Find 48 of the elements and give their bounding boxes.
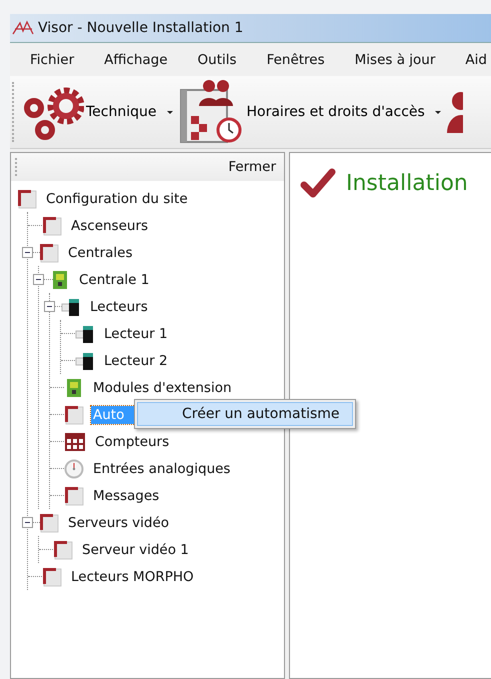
- tree-item[interactable]: Entrées analogiques: [91, 460, 232, 478]
- menu-item[interactable]: Outils: [178, 52, 247, 68]
- folder-icon: [39, 512, 59, 532]
- window-title: Visor - Nouvelle Installation 1: [38, 20, 244, 36]
- menu-item[interactable]: Fichier: [10, 52, 84, 68]
- tree-item[interactable]: Serveur vidéo 1: [80, 540, 191, 558]
- folder-icon: [42, 216, 62, 236]
- menu-item[interactable]: Mises à jour: [334, 52, 446, 68]
- tree-item[interactable]: Lecteur 1: [102, 324, 170, 342]
- tree-item[interactable]: Serveurs vidéo: [66, 514, 172, 532]
- tree-item[interactable]: Messages: [91, 486, 162, 504]
- tree-item[interactable]: Configuration du site: [44, 190, 190, 208]
- collapse-toggle[interactable]: [22, 247, 33, 258]
- tree-item[interactable]: Compteurs: [93, 432, 172, 450]
- tree-item[interactable]: Lecteur 2: [102, 352, 170, 370]
- menu-item[interactable]: Affichage: [84, 52, 178, 68]
- folder-icon: [64, 486, 84, 506]
- menu-item[interactable]: Aid: [445, 52, 491, 68]
- tree-item[interactable]: Lecteurs: [88, 298, 150, 316]
- tree-item[interactable]: Lecteurs MORPHO: [69, 568, 196, 586]
- app-logo-icon: [12, 20, 34, 36]
- dropdown-caret-icon: [434, 110, 441, 114]
- tree-item[interactable]: Centrales: [66, 244, 134, 262]
- folder-icon: [64, 404, 84, 424]
- folder-icon: [17, 188, 37, 208]
- circuit-board-icon: [64, 378, 84, 398]
- folder-icon: [39, 242, 59, 262]
- card-reader-icon: [75, 324, 95, 344]
- collapse-toggle[interactable]: [22, 517, 33, 528]
- circuit-board-icon: [50, 270, 70, 290]
- dropdown-caret-icon: [166, 110, 172, 114]
- menu-item[interactable]: Créer un automatisme: [137, 402, 352, 426]
- tree-item[interactable]: Centrale 1: [77, 270, 152, 288]
- folder-icon: [53, 540, 73, 560]
- collapse-toggle[interactable]: [44, 301, 55, 312]
- collapse-toggle[interactable]: [33, 274, 44, 285]
- checkmark-icon: [300, 167, 336, 199]
- tree-item[interactable]: Modules d'extension: [91, 378, 234, 396]
- tree-item[interactable]: Ascenseurs: [69, 216, 150, 234]
- menu-item[interactable]: Fenêtres: [246, 52, 335, 68]
- folder-icon: [42, 566, 62, 586]
- card-reader-icon: [61, 296, 81, 316]
- table-grid-icon: [64, 432, 86, 452]
- toolbar-button[interactable]: Technique: [22, 82, 172, 142]
- close-link[interactable]: Fermer: [228, 159, 276, 175]
- toolbar-button[interactable]: Horaires et droits d'accès: [176, 78, 441, 146]
- status-heading: Installation: [346, 170, 468, 196]
- card-reader-icon: [75, 350, 95, 370]
